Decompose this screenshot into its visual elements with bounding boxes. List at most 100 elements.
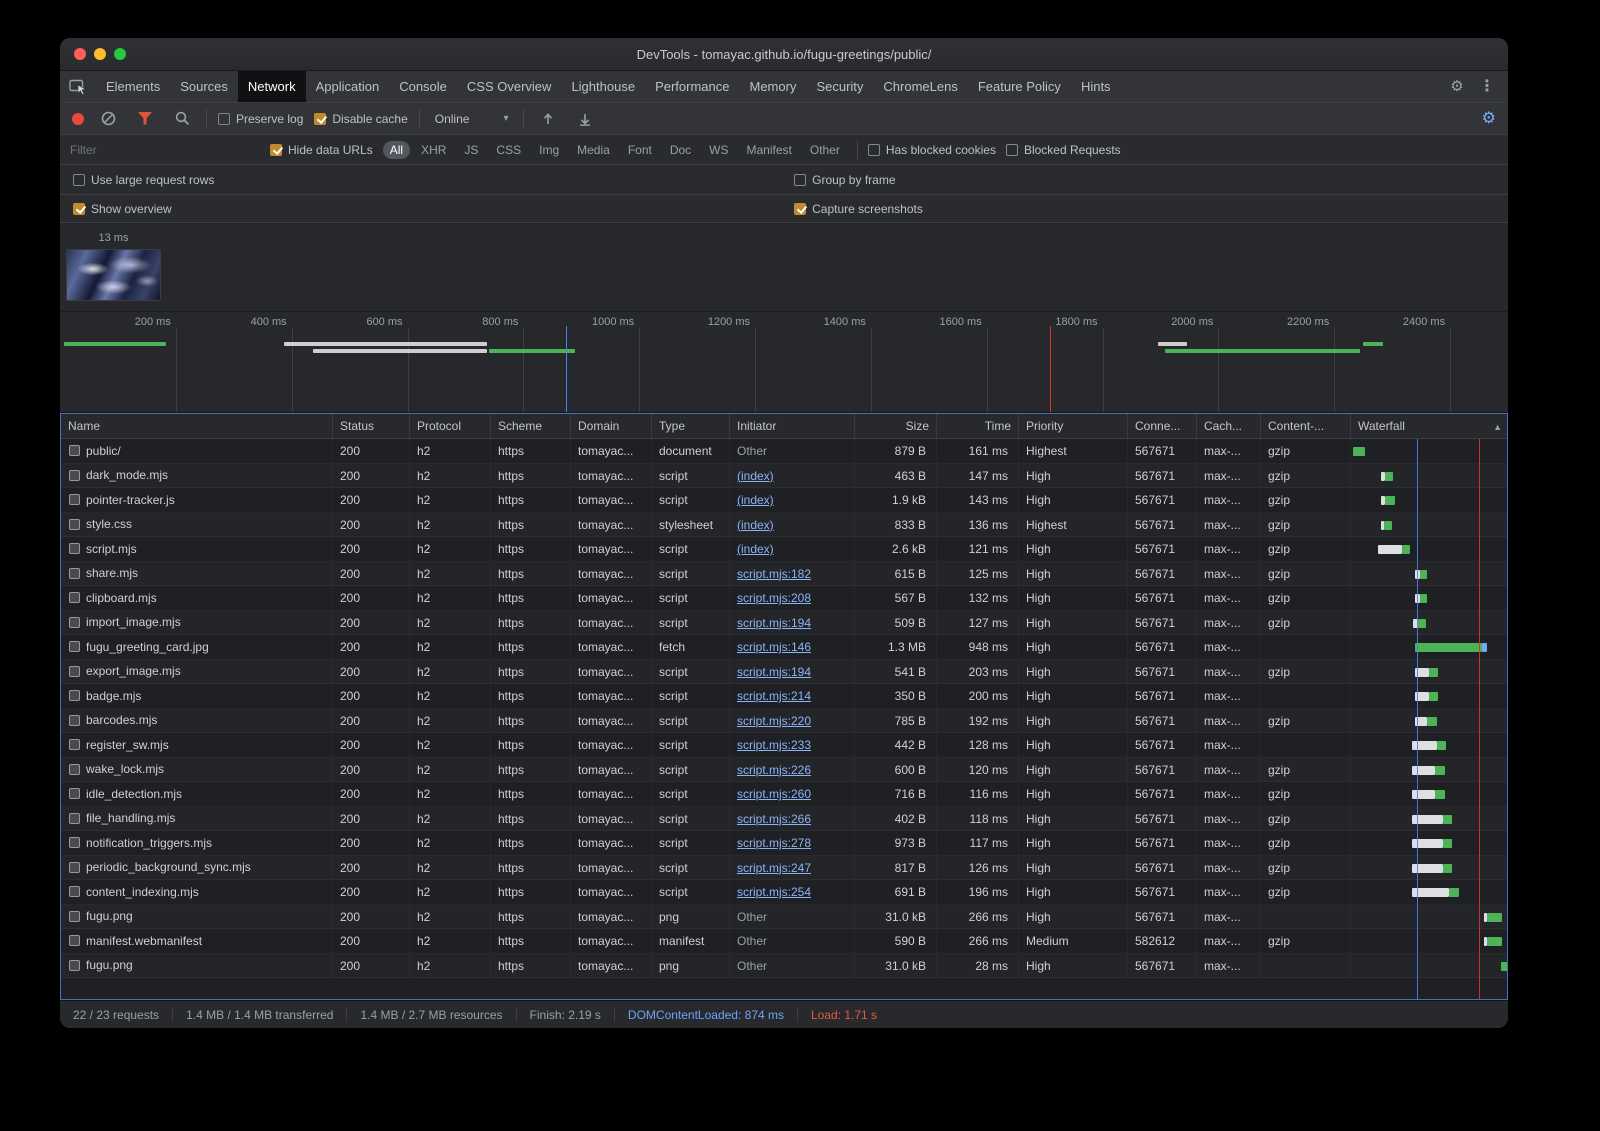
initiator-link[interactable]: script.mjs:182 [737, 567, 811, 581]
throttling-dropdown[interactable]: Online ▾ [431, 112, 513, 126]
tab-lighthouse[interactable]: Lighthouse [561, 71, 645, 102]
type-filter-ws[interactable]: WS [702, 141, 735, 159]
hide-data-urls-checkbox[interactable]: Hide data URLs [270, 143, 373, 157]
table-row[interactable]: file_handling.mjs 200 h2 https tomayac..… [61, 807, 1507, 832]
type-filter-other[interactable]: Other [803, 141, 847, 159]
column-header-cach[interactable]: Cach... [1197, 414, 1261, 438]
column-header-type[interactable]: Type [652, 414, 730, 438]
close-button[interactable] [74, 48, 86, 60]
filter-toggle-button[interactable] [132, 106, 158, 132]
search-button[interactable] [169, 106, 195, 132]
filmstrip-frame[interactable]: 13 ms [66, 232, 161, 301]
table-row[interactable]: fugu_greeting_card.jpg 200 h2 https toma… [61, 635, 1507, 660]
capture-screenshots-checkbox[interactable]: Capture screenshots [794, 202, 923, 216]
type-filter-doc[interactable]: Doc [663, 141, 698, 159]
column-header-name[interactable]: Name [61, 414, 333, 438]
table-row[interactable]: periodic_background_sync.mjs 200 h2 http… [61, 856, 1507, 881]
column-header-conne[interactable]: Conne... [1128, 414, 1197, 438]
group-by-frame-checkbox[interactable]: Group by frame [794, 173, 895, 187]
table-row[interactable]: register_sw.mjs 200 h2 https tomayac... … [61, 733, 1507, 758]
column-header-scheme[interactable]: Scheme [491, 414, 571, 438]
tab-elements[interactable]: Elements [96, 71, 170, 102]
column-header-status[interactable]: Status [333, 414, 410, 438]
initiator-link[interactable]: script.mjs:278 [737, 836, 811, 850]
initiator-link[interactable]: script.mjs:194 [737, 616, 811, 630]
filmstrip-thumbnail[interactable] [66, 249, 161, 301]
column-header-content[interactable]: Content-... [1261, 414, 1351, 438]
table-row[interactable]: import_image.mjs 200 h2 https tomayac...… [61, 611, 1507, 636]
tab-console[interactable]: Console [389, 71, 457, 102]
table-row[interactable]: badge.mjs 200 h2 https tomayac... script… [61, 684, 1507, 709]
tab-memory[interactable]: Memory [739, 71, 806, 102]
initiator-link[interactable]: (index) [737, 518, 774, 532]
type-filter-img[interactable]: Img [532, 141, 566, 159]
tab-css-overview[interactable]: CSS Overview [457, 71, 562, 102]
tab-performance[interactable]: Performance [645, 71, 739, 102]
tab-network[interactable]: Network [238, 71, 306, 102]
overview-strip[interactable]: 200 ms400 ms600 ms800 ms1000 ms1200 ms14… [60, 311, 1508, 413]
initiator-link[interactable]: script.mjs:266 [737, 812, 811, 826]
tab-chromelens[interactable]: ChromeLens [873, 71, 967, 102]
initiator-link[interactable]: script.mjs:247 [737, 861, 811, 875]
column-header-size[interactable]: Size [855, 414, 937, 438]
table-row[interactable]: script.mjs 200 h2 https tomayac... scrip… [61, 537, 1507, 562]
initiator-link[interactable]: script.mjs:214 [737, 689, 811, 703]
table-row[interactable]: fugu.png 200 h2 https tomayac... png Oth… [61, 905, 1507, 930]
export-har-button[interactable] [572, 106, 598, 132]
initiator-link[interactable]: (index) [737, 542, 774, 556]
initiator-link[interactable]: script.mjs:260 [737, 787, 811, 801]
preserve-log-checkbox[interactable]: Preserve log [218, 112, 303, 126]
blocked-requests-checkbox[interactable]: Blocked Requests [1006, 143, 1121, 157]
initiator-link[interactable]: script.mjs:220 [737, 714, 811, 728]
type-filter-font[interactable]: Font [621, 141, 659, 159]
table-row[interactable]: clipboard.mjs 200 h2 https tomayac... sc… [61, 586, 1507, 611]
initiator-link[interactable]: (index) [737, 469, 774, 483]
column-header-priority[interactable]: Priority [1019, 414, 1128, 438]
type-filter-media[interactable]: Media [570, 141, 617, 159]
table-row[interactable]: export_image.mjs 200 h2 https tomayac...… [61, 660, 1507, 685]
table-row[interactable]: manifest.webmanifest 200 h2 https tomaya… [61, 929, 1507, 954]
table-row[interactable]: notification_triggers.mjs 200 h2 https t… [61, 831, 1507, 856]
initiator-link[interactable]: script.mjs:146 [737, 640, 811, 654]
table-row[interactable]: idle_detection.mjs 200 h2 https tomayac.… [61, 782, 1507, 807]
has-blocked-cookies-checkbox[interactable]: Has blocked cookies [868, 143, 996, 157]
type-filter-xhr[interactable]: XHR [414, 141, 453, 159]
table-row[interactable]: content_indexing.mjs 200 h2 https tomaya… [61, 880, 1507, 905]
table-row[interactable]: pointer-tracker.js 200 h2 https tomayac.… [61, 488, 1507, 513]
initiator-link[interactable]: script.mjs:254 [737, 885, 811, 899]
type-filter-all[interactable]: All [383, 141, 410, 159]
column-header-waterfall[interactable]: Waterfall▲ [1351, 414, 1507, 438]
table-row[interactable]: public/ 200 h2 https tomayac... document… [61, 439, 1507, 464]
initiator-link[interactable]: script.mjs:194 [737, 665, 811, 679]
initiator-link[interactable]: script.mjs:233 [737, 738, 811, 752]
tab-sources[interactable]: Sources [170, 71, 238, 102]
column-header-initiator[interactable]: Initiator [730, 414, 855, 438]
zoom-button[interactable] [114, 48, 126, 60]
record-button[interactable] [72, 113, 84, 125]
more-options-button[interactable]: ⋮ [1474, 74, 1500, 100]
column-header-domain[interactable]: Domain [571, 414, 652, 438]
settings-gear-button[interactable]: ⚙ [1444, 74, 1470, 100]
import-har-button[interactable] [535, 106, 561, 132]
clear-button[interactable] [95, 106, 121, 132]
type-filter-js[interactable]: JS [457, 141, 485, 159]
tab-application[interactable]: Application [306, 71, 390, 102]
filter-input[interactable] [70, 143, 260, 157]
table-row[interactable]: share.mjs 200 h2 https tomayac... script… [61, 562, 1507, 587]
table-row[interactable]: barcodes.mjs 200 h2 https tomayac... scr… [61, 709, 1507, 734]
initiator-link[interactable]: script.mjs:208 [737, 591, 811, 605]
table-row[interactable]: wake_lock.mjs 200 h2 https tomayac... sc… [61, 758, 1507, 783]
table-row[interactable]: style.css 200 h2 https tomayac... styles… [61, 513, 1507, 538]
type-filter-css[interactable]: CSS [489, 141, 528, 159]
type-filter-manifest[interactable]: Manifest [740, 141, 799, 159]
initiator-link[interactable]: script.mjs:226 [737, 763, 811, 777]
column-header-protocol[interactable]: Protocol [410, 414, 491, 438]
show-overview-checkbox[interactable]: Show overview [73, 202, 172, 216]
disable-cache-checkbox[interactable]: Disable cache [314, 112, 407, 126]
table-row[interactable]: fugu.png 200 h2 https tomayac... png Oth… [61, 954, 1507, 979]
initiator-link[interactable]: (index) [737, 493, 774, 507]
minimize-button[interactable] [94, 48, 106, 60]
table-row[interactable]: dark_mode.mjs 200 h2 https tomayac... sc… [61, 464, 1507, 489]
tab-security[interactable]: Security [806, 71, 873, 102]
tab-hints[interactable]: Hints [1071, 71, 1121, 102]
